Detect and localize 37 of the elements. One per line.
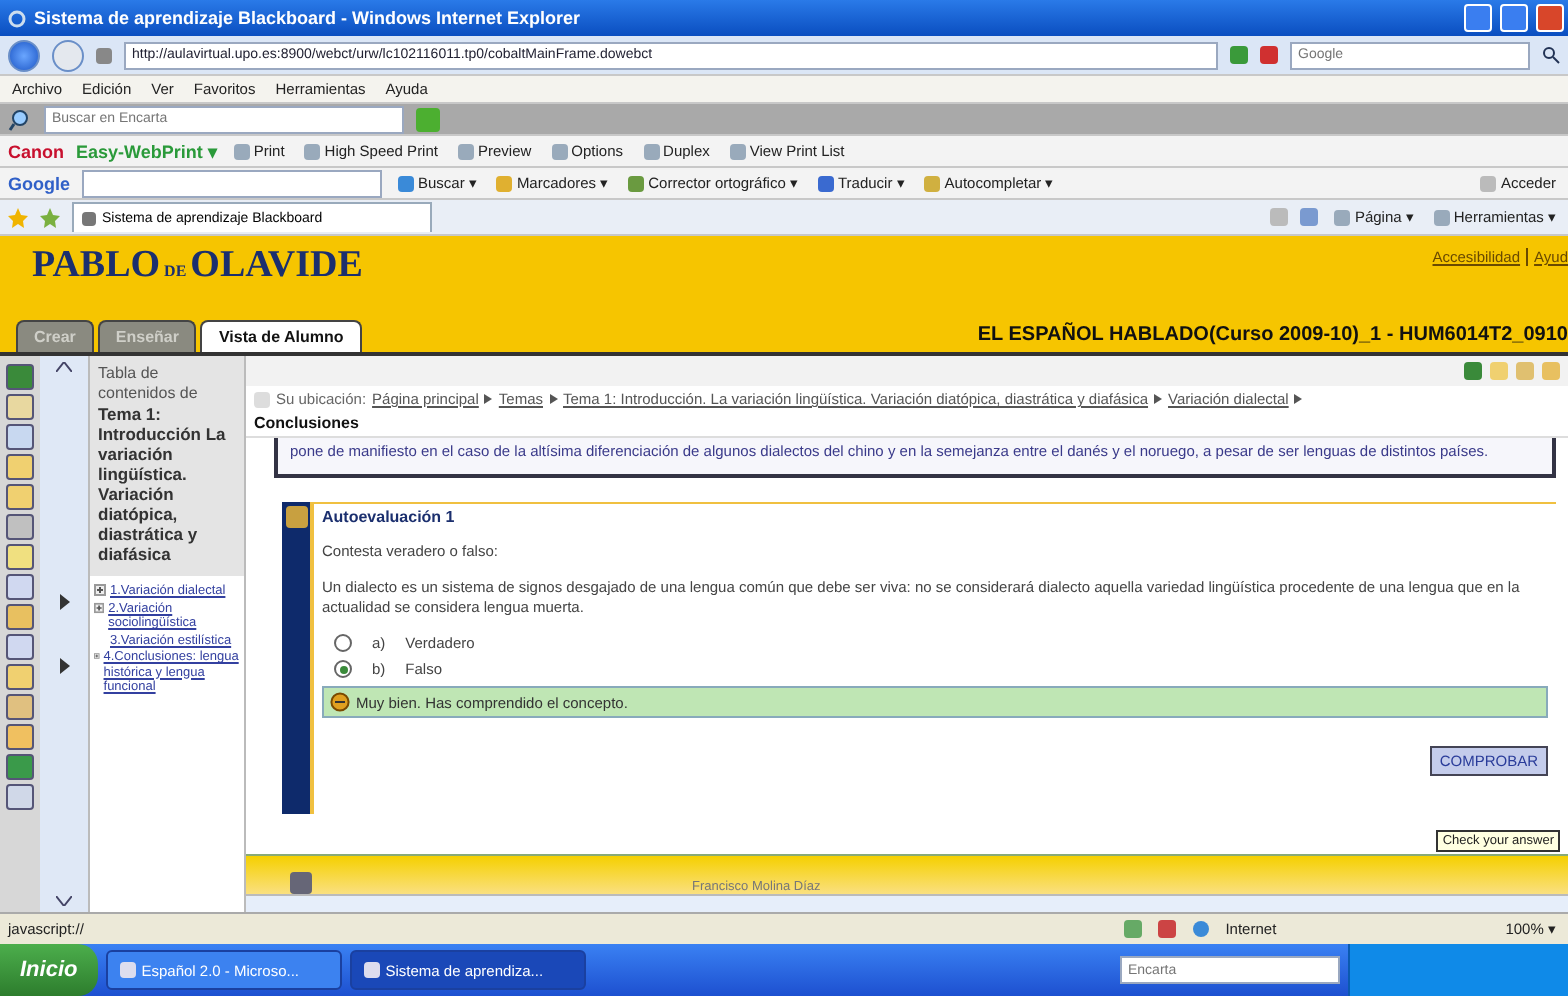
toc-heading: Tabla de contenidos de [98,364,200,404]
separator-icon [484,394,493,404]
search-icon[interactable] [1542,46,1560,64]
google-search-field[interactable] [82,169,382,197]
university-logo: PABLO DE OLAVIDE [32,244,363,288]
expand-icon[interactable] [94,601,105,613]
view-tab[interactable]: Vista de Alumno [200,320,362,352]
current-page-label: Conclusiones [254,414,361,432]
scroll-down-icon[interactable] [56,896,72,906]
separator-icon [1154,394,1163,404]
resize-handle-icon[interactable] [59,594,69,674]
radio-button[interactable] [334,634,352,652]
face-icon [330,692,350,712]
search-icon [8,107,32,131]
quiz-title: Autoevaluación 1 [322,508,457,526]
separator-icon [549,394,557,404]
separator-icon [1294,394,1303,404]
refresh-button[interactable] [1230,46,1248,64]
radio-button[interactable] [334,660,352,678]
course-title: EL ESPAÑOL HABLADO(Curso 2009-10)_1 - HUM6014T2_0910 [977,324,1568,350]
brand-label: Canon [8,141,64,161]
horizontal-scrollbar[interactable] [246,894,1568,912]
expand-icon[interactable] [94,650,100,662]
minimize-button[interactable] [1464,4,1492,32]
expand-icon[interactable] [94,584,106,596]
maximize-button[interactable] [1500,4,1528,32]
close-button[interactable] [1536,4,1564,32]
window-title: Sistema de aprendizaje Blackboard - Windows Internet Explorer [34,8,582,28]
favorites-star-icon[interactable] [8,207,28,227]
google-logo: Google [8,173,70,193]
back-button[interactable] [8,39,40,71]
forward-button[interactable] [52,39,84,71]
add-favorite-icon[interactable] [40,207,60,227]
toc-title: Tema 1: Introducción La variación lingüística. Variación diatópica, diastrática y diafásica [98,404,228,564]
collapse-up-icon[interactable] [56,362,72,372]
start-button[interactable]: Inicio [0,944,98,996]
stop-button[interactable] [1260,46,1278,64]
